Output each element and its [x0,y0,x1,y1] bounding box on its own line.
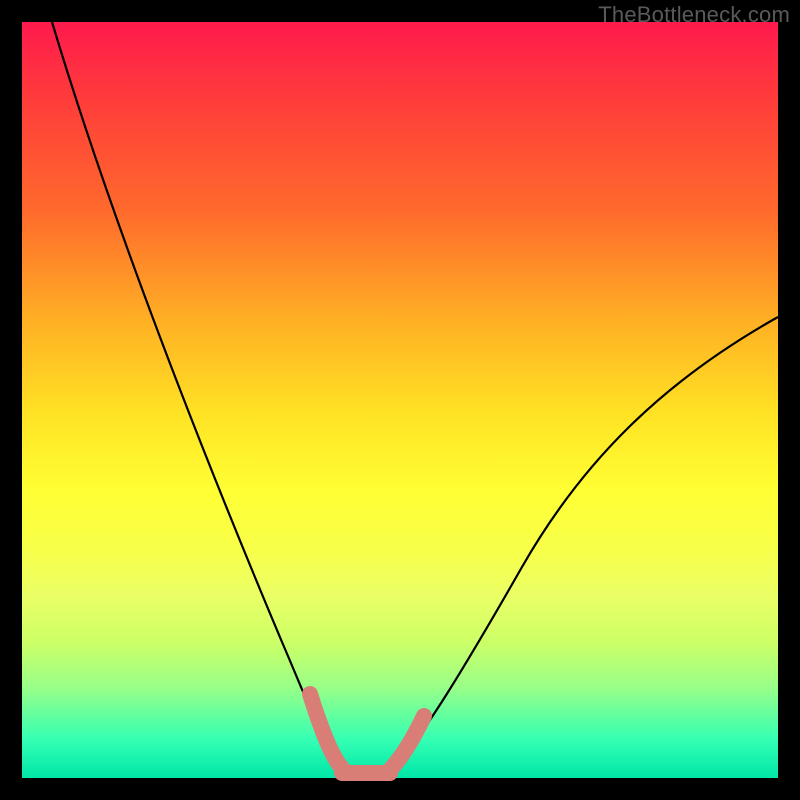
highlight-left [310,694,342,768]
bottleneck-curve-svg [22,22,778,778]
highlight-right [390,716,424,770]
watermark-text: TheBottleneck.com [598,2,790,28]
chart-plot-area [22,22,778,778]
bottleneck-curve-line [52,22,778,775]
chart-frame: TheBottleneck.com [0,0,800,800]
